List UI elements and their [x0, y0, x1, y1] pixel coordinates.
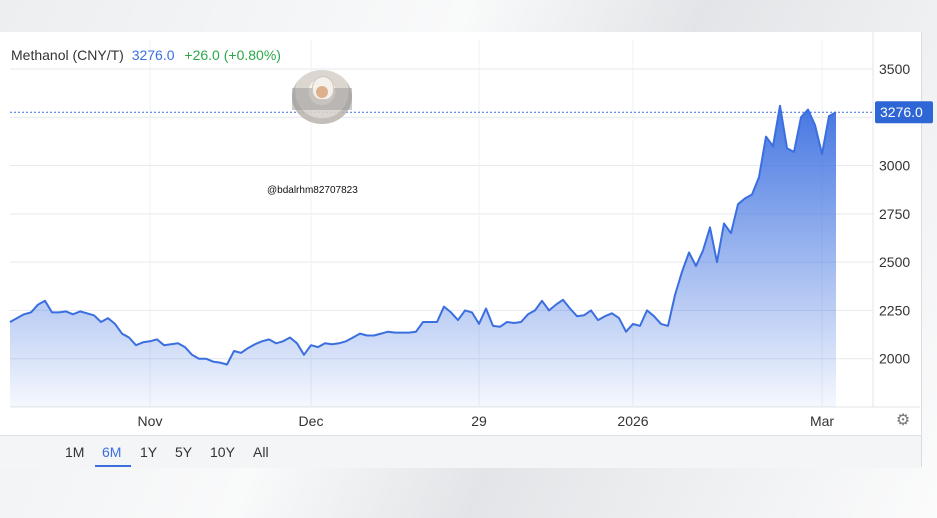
current-price: 3276.0: [131, 47, 175, 63]
range-toolbar: 1M 6M 1Y 5Y 10Y All: [0, 435, 921, 468]
range-10y[interactable]: 10Y: [210, 444, 235, 460]
x-tick-label: Nov: [138, 413, 163, 429]
y-tick-label: 2500: [879, 254, 910, 270]
x-tick-label: 2026: [617, 413, 648, 429]
x-tick-label: 29: [471, 413, 487, 429]
y-tick-label: 3500: [879, 61, 910, 77]
range-1y[interactable]: 1Y: [140, 444, 157, 460]
y-tick-label: 2250: [879, 302, 910, 318]
series-area: [10, 105, 836, 407]
range-1m[interactable]: 1M: [65, 444, 84, 460]
instrument-name: Methanol (CNY/T): [11, 47, 124, 63]
y-tick-label: 2000: [879, 351, 910, 367]
gear-icon[interactable]: ⚙: [894, 412, 912, 430]
last-value-label: 3276.0: [880, 104, 923, 120]
active-range-indicator: [95, 465, 131, 467]
y-tick-label: 3000: [879, 158, 910, 174]
y-tick-label: 2750: [879, 206, 910, 222]
x-tick-label: Dec: [299, 413, 324, 429]
avatar-watermark: [292, 70, 352, 124]
price-change: +26.0 (+0.80%): [184, 47, 281, 63]
range-6m[interactable]: 6M: [102, 444, 121, 460]
range-all[interactable]: All: [253, 444, 269, 460]
range-5y[interactable]: 5Y: [175, 444, 192, 460]
x-tick-label: Mar: [810, 413, 834, 429]
watermark-handle: @bdalrhm82707823: [267, 185, 358, 196]
chart-header: Methanol (CNY/T) 3276.0 +26.0 (+0.80%): [11, 47, 281, 63]
